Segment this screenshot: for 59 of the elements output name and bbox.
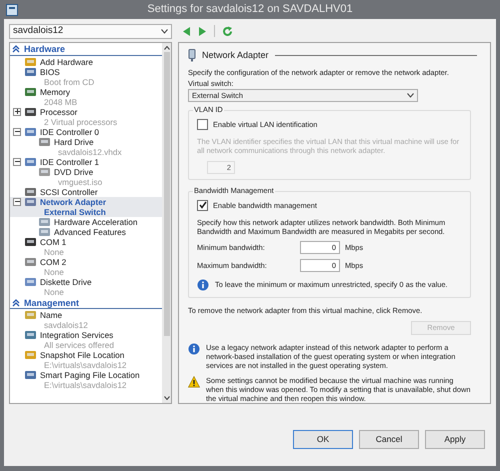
item-label: Memory — [40, 86, 71, 96]
tree-item[interactable]: COM 2 None — [10, 256, 162, 276]
tree-item[interactable]: Diskette Drive None — [10, 276, 162, 296]
tree-item[interactable]: Memory 2048 MB — [10, 86, 162, 106]
tree-item[interactable]: DVD Drive vmguest.iso — [10, 166, 162, 186]
item-label: Smart Paging File Location — [40, 370, 140, 380]
section-heading: Management — [24, 298, 80, 308]
tree-item[interactable]: Hard Drive savdalois12.vhdx — [10, 136, 162, 156]
item-detail: savdalois12 — [43, 320, 88, 330]
tree-item[interactable]: COM 1 None — [10, 236, 162, 256]
tree-item[interactable]: Hardware Acceleration — [10, 216, 162, 226]
item-label: DVD Drive — [54, 166, 94, 176]
dialog-button[interactable]: Apply — [425, 430, 485, 449]
item-label: Hardware Acceleration — [54, 216, 138, 226]
item-detail: All services offered — [43, 340, 114, 350]
item-detail: None — [43, 266, 65, 276]
item-label: COM 1 — [40, 236, 66, 246]
dialog-button[interactable]: OK — [293, 430, 353, 449]
item-detail: savdalois12.vhdx — [57, 146, 122, 156]
item-label: Diskette Drive — [40, 276, 92, 286]
item-detail: None — [43, 246, 65, 256]
item-detail: Boot from CD — [43, 76, 94, 86]
item-detail: None — [43, 286, 65, 296]
tree-item[interactable]: Snapshot File Location E:\virtuals\savdalois12 — [10, 350, 162, 370]
tree-item[interactable]: Add Hardware — [10, 56, 162, 66]
item-label: Processor — [40, 106, 78, 116]
panel-title: Network Adapter — [202, 51, 269, 60]
item-label: Integration Services — [40, 330, 114, 340]
tree-item[interactable]: IDE Controller 0 — [10, 126, 162, 136]
dialog-button[interactable]: Cancel — [359, 430, 419, 449]
section-heading: Hardware — [24, 44, 66, 54]
item-detail: E:\virtuals\savdalois12 — [43, 380, 128, 390]
item-detail: External Switch — [43, 206, 106, 216]
item-label: Network Adapter — [40, 196, 106, 206]
item-label: IDE Controller 0 — [40, 126, 100, 136]
tree-item[interactable]: Advanced Features — [10, 226, 162, 236]
item-label: Snapshot File Location — [40, 350, 126, 360]
item-label: IDE Controller 1 — [40, 156, 100, 166]
item-label: Hard Drive — [54, 136, 95, 146]
item-label: SCSI Controller — [40, 186, 98, 196]
item-detail: E:\virtuals\savdalois12 — [43, 360, 127, 370]
item-label: Advanced Features — [54, 226, 126, 236]
item-label: Name — [40, 310, 64, 320]
tree-item[interactable]: IDE Controller 1 — [10, 156, 162, 166]
item-detail: vmguest.iso — [57, 176, 102, 186]
tree-item[interactable]: Name savdalois12 — [10, 310, 162, 330]
item-detail: 2 Virtual processors — [43, 116, 118, 126]
tree-item[interactable]: Processor 2 Virtual processors — [10, 106, 162, 126]
tree-item[interactable]: SCSI Controller — [10, 186, 162, 196]
item-label: BIOS — [40, 66, 61, 76]
vm-dropdown[interactable]: savdalois12 — [9, 24, 172, 38]
item-label: COM 2 — [40, 256, 66, 266]
tree-item[interactable]: Smart Paging File Location E:\virtuals\savdalois12 — [10, 370, 162, 390]
window-title: Settings for savdalois12 on SAVDALHV01 — [147, 2, 353, 18]
tree-item[interactable]: BIOS Boot from CD — [10, 66, 162, 86]
tree-item[interactable]: Integration Services All services offered — [10, 330, 162, 350]
item-detail: 2048 MB — [44, 96, 78, 106]
tree-item[interactable]: Network Adapter External Switch — [10, 196, 162, 216]
item-label: Add Hardware — [40, 56, 94, 66]
